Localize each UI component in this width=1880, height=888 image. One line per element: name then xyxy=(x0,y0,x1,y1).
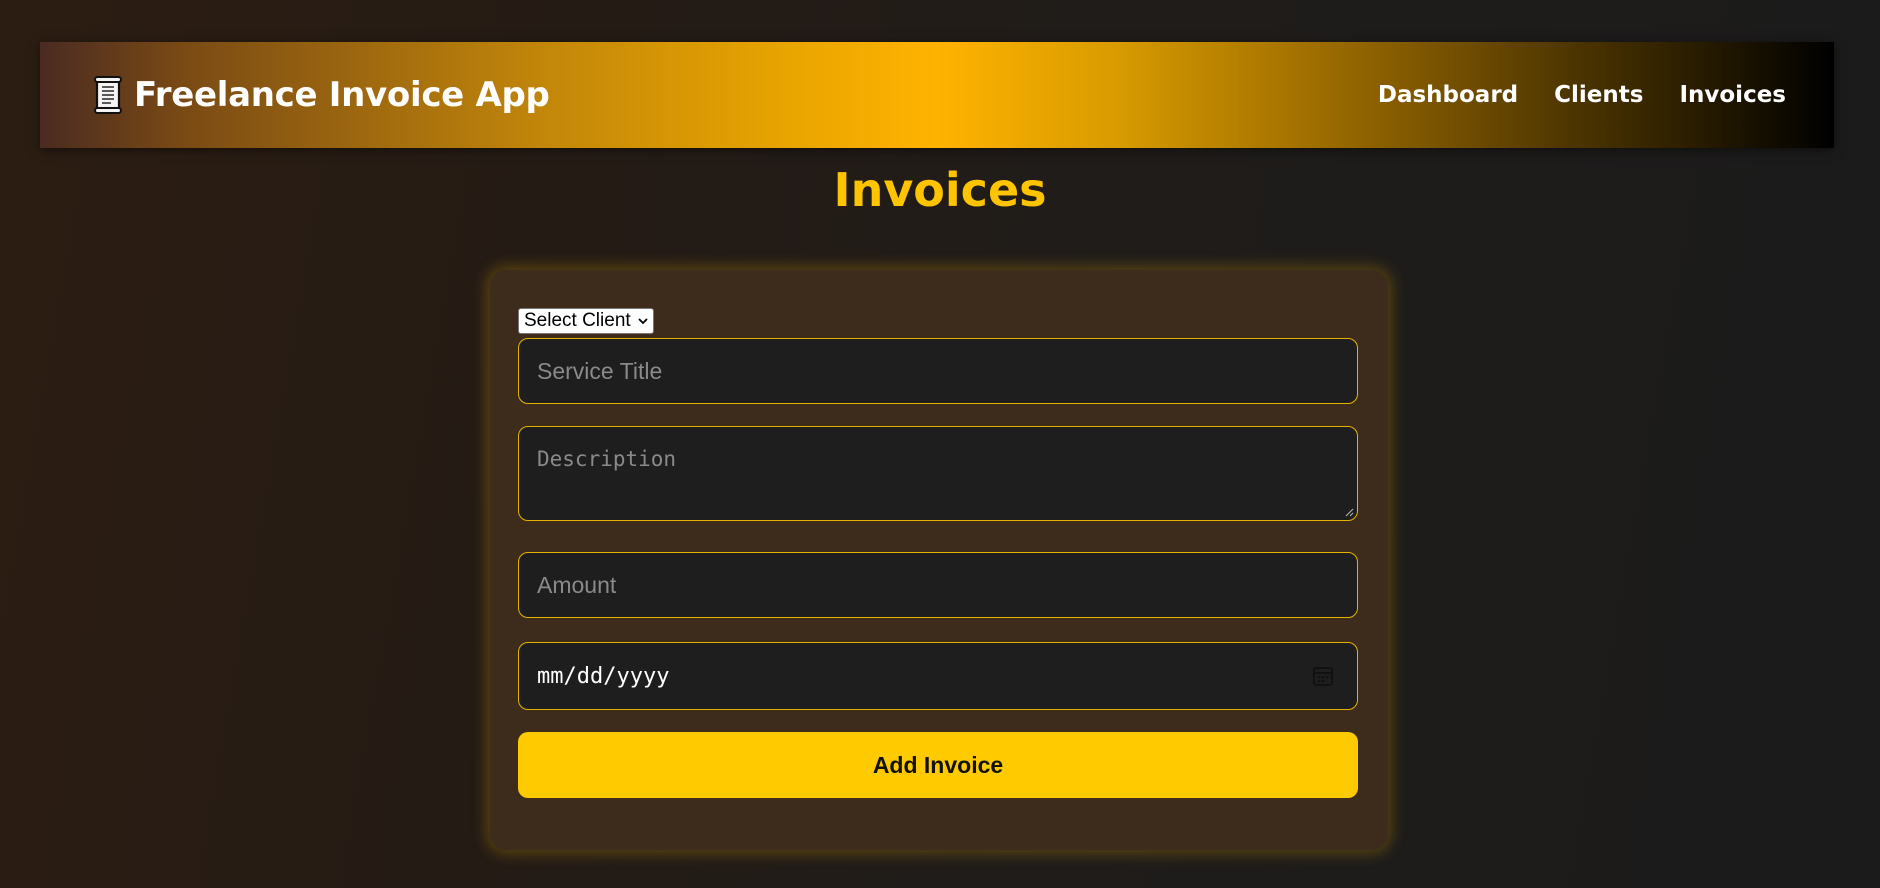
resize-handle-icon[interactable] xyxy=(1344,507,1354,517)
brand: Freelance Invoice App xyxy=(92,75,550,115)
amount-input[interactable]: Amount xyxy=(518,552,1358,618)
nav-link-dashboard[interactable]: Dashboard xyxy=(1378,82,1518,108)
client-select[interactable]: Select Client xyxy=(518,308,654,334)
add-invoice-button[interactable]: Add Invoice xyxy=(518,732,1358,798)
date-input[interactable]: mm/dd/yyyy xyxy=(518,642,1358,710)
page-title: Invoices xyxy=(833,163,1047,217)
amount-placeholder: Amount xyxy=(537,571,617,598)
calendar-icon[interactable] xyxy=(1311,664,1335,688)
app-title: Freelance Invoice App xyxy=(134,75,550,115)
scroll-icon xyxy=(94,76,122,114)
service-title-input[interactable]: Service Title xyxy=(518,338,1358,404)
invoice-form-card: Select Client Service Title Description … xyxy=(490,270,1388,850)
service-title-placeholder: Service Title xyxy=(537,357,663,384)
client-select-value: Select Client xyxy=(524,310,631,331)
main-nav: Dashboard Clients Invoices xyxy=(1378,82,1786,108)
description-placeholder: Description xyxy=(537,447,677,471)
description-textarea[interactable]: Description xyxy=(518,426,1358,521)
nav-link-invoices[interactable]: Invoices xyxy=(1679,82,1786,108)
chevron-down-icon xyxy=(638,318,648,325)
nav-link-clients[interactable]: Clients xyxy=(1554,82,1643,108)
app-header: Freelance Invoice App Dashboard Clients … xyxy=(40,42,1834,148)
date-placeholder: mm/dd/yyyy xyxy=(537,663,670,689)
